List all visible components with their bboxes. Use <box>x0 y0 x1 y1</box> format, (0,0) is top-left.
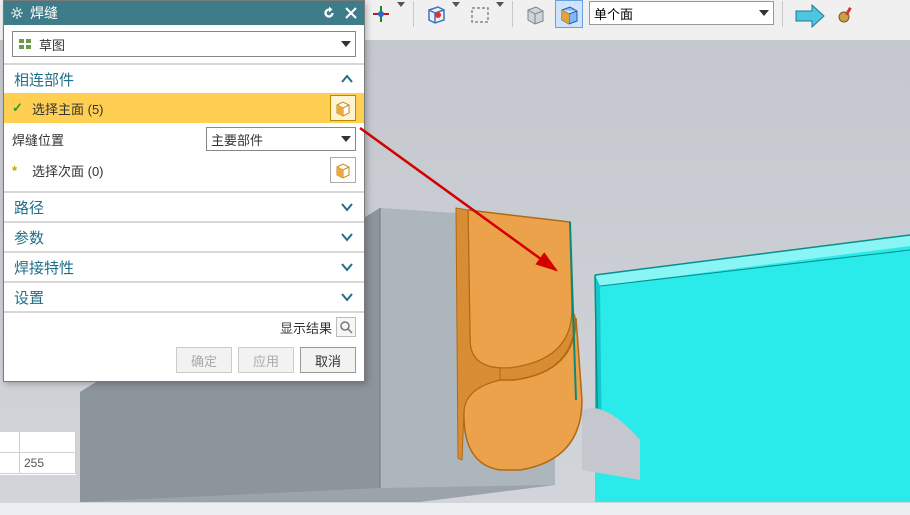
section-title: 焊接特性 <box>14 257 74 278</box>
dialog-title: 焊缝 <box>30 3 316 23</box>
section-connected-body: ✓ 选择主面 (5) 焊缝位置 主要部件 * 选择次面 (0) <box>4 93 364 191</box>
grid-cell[interactable] <box>20 432 76 453</box>
reset-icon[interactable] <box>320 4 338 22</box>
section-connected-parts[interactable]: 相连部件 <box>4 63 364 93</box>
left-data-strip: 255 <box>0 432 77 475</box>
section-title: 设置 <box>14 287 44 308</box>
weld-position-label: 焊缝位置 <box>12 130 200 149</box>
apply-button: 应用 <box>238 347 294 373</box>
sketch-mode-select[interactable]: 草图 <box>12 31 356 57</box>
toolbar-separator <box>782 1 783 27</box>
viewport-status-strip <box>0 503 910 515</box>
section-title: 路径 <box>14 197 44 218</box>
chevron-down-icon <box>340 200 354 214</box>
section-title: 相连部件 <box>14 69 74 90</box>
sketch-mode-label: 草图 <box>39 35 65 54</box>
top-toolbar: 单个面 <box>365 0 910 40</box>
chevron-up-icon <box>340 72 354 86</box>
csys-dropdown[interactable] <box>397 0 405 8</box>
face-filter-select[interactable]: 单个面 <box>589 1 774 25</box>
face-select-button[interactable] <box>330 95 356 121</box>
section-title: 参数 <box>14 227 44 248</box>
dashed-box-icon[interactable] <box>466 0 494 28</box>
section-params[interactable]: 参数 <box>4 221 364 251</box>
face-filter-value: 单个面 <box>594 4 633 23</box>
section-weld-props[interactable]: 焊接特性 <box>4 251 364 281</box>
weld-position-select[interactable]: 主要部件 <box>206 127 356 151</box>
shaded-cube-color-icon[interactable] <box>555 0 583 28</box>
csys-origin-icon[interactable] <box>367 0 395 28</box>
show-result-label: 显示结果 <box>280 318 332 337</box>
chevron-down-icon <box>340 260 354 274</box>
grid-cell[interactable] <box>0 432 20 453</box>
select-main-face-row[interactable]: ✓ 选择主面 (5) <box>4 93 364 123</box>
weld-position-row: 焊缝位置 主要部件 <box>12 123 356 155</box>
gear-icon[interactable] <box>8 4 26 22</box>
pin-icon[interactable] <box>833 0 861 28</box>
show-result-row: 显示结果 <box>4 311 364 341</box>
grid-cell[interactable] <box>0 453 20 474</box>
section-path[interactable]: 路径 <box>4 191 364 221</box>
select-sub-face-row[interactable]: * 选择次面 (0) <box>12 155 356 185</box>
toolbar-separator <box>413 1 414 27</box>
weld-dialog: 焊缝 草图 相连部件 ✓ 选择主面 (5) 焊缝位置 <box>3 0 365 382</box>
chevron-down-icon <box>340 230 354 244</box>
asterisk-icon: * <box>12 163 26 178</box>
wireframe-dropdown[interactable] <box>452 0 460 8</box>
toolbar-separator <box>512 1 513 27</box>
select-sub-label: 选择次面 (0) <box>32 161 324 180</box>
forward-arrow-icon[interactable] <box>791 0 827 32</box>
select-main-label: 选择主面 (5) <box>32 99 324 118</box>
ok-button: 确定 <box>176 347 232 373</box>
wireframe-cube-icon[interactable] <box>422 0 450 28</box>
shaded-cube-grey-icon[interactable] <box>521 0 549 28</box>
grid-cell-value[interactable]: 255 <box>20 453 76 474</box>
dialog-titlebar[interactable]: 焊缝 <box>4 1 364 25</box>
dashed-dropdown[interactable] <box>496 0 504 8</box>
dialog-buttons: 确定 应用 取消 <box>4 341 364 381</box>
section-settings[interactable]: 设置 <box>4 281 364 311</box>
sketch-icon <box>17 36 33 52</box>
cancel-button[interactable]: 取消 <box>300 347 356 373</box>
magnifier-icon[interactable] <box>336 317 356 337</box>
chevron-down-icon <box>340 290 354 304</box>
check-icon: ✓ <box>12 100 26 116</box>
close-icon[interactable] <box>342 4 360 22</box>
weld-position-value: 主要部件 <box>211 130 263 149</box>
face-select-button[interactable] <box>330 157 356 183</box>
